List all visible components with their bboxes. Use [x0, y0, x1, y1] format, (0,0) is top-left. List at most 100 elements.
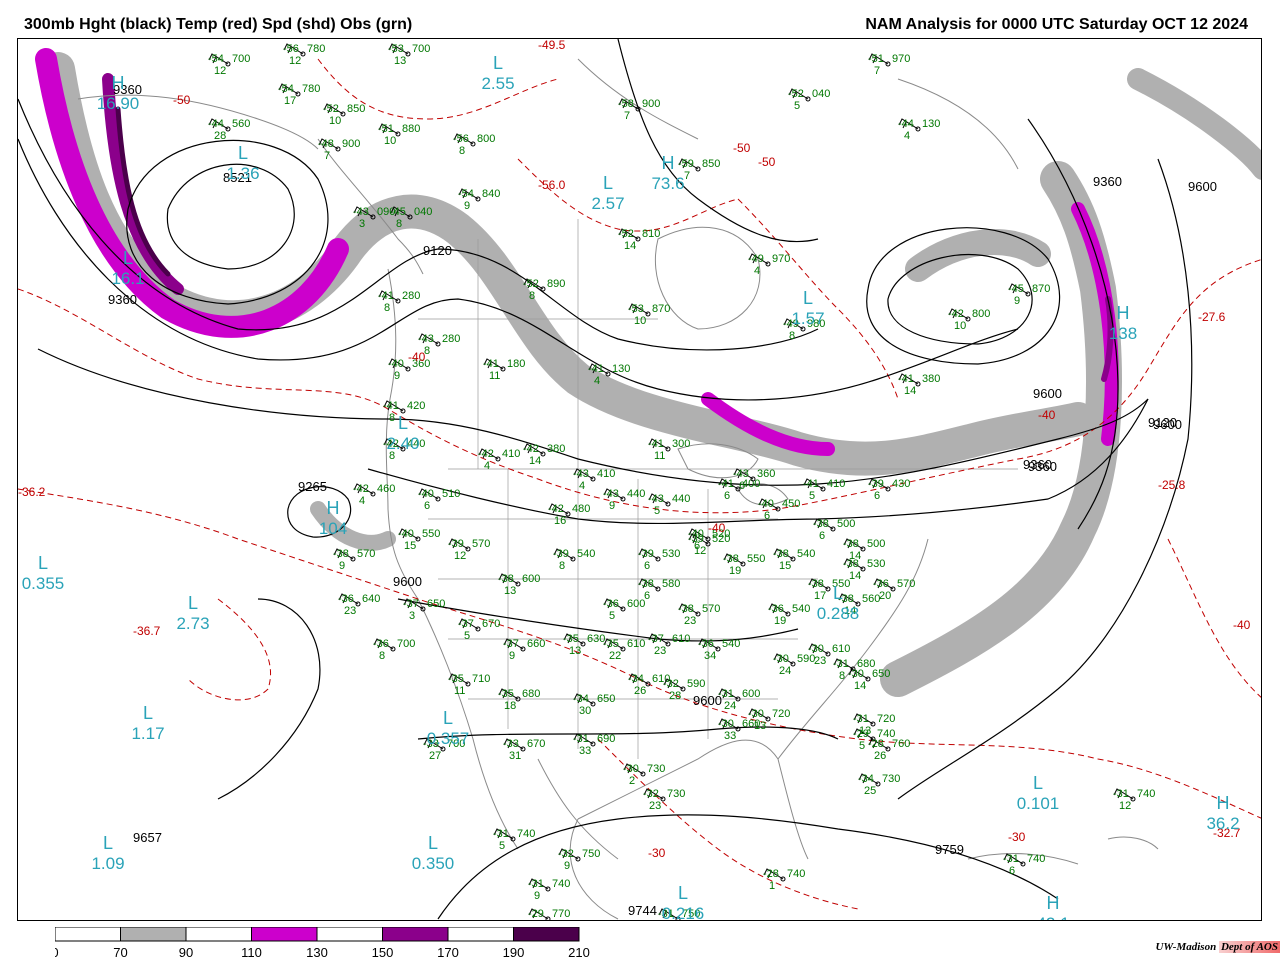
- temperature-label: -50: [173, 93, 191, 107]
- obs-dewpoint-depression: 19: [774, 615, 786, 627]
- obs-temp: -37: [403, 598, 419, 610]
- obs-temp: -43: [573, 468, 589, 480]
- obs-dewpoint-depression: 5: [609, 610, 615, 622]
- obs-temp: -34: [858, 773, 874, 785]
- obs-dewpoint-depression: 8: [459, 145, 465, 157]
- obs-height: 800: [477, 133, 495, 145]
- low-marker: L: [143, 703, 153, 723]
- station-obs: -53 700 13: [388, 43, 430, 67]
- low-center: L2.73: [176, 593, 209, 633]
- height-contour: [417, 726, 839, 740]
- obs-dewpoint-depression: 7: [874, 65, 880, 77]
- center-value: 1.57: [791, 309, 824, 328]
- credit-org: UW-Madison: [1155, 941, 1217, 953]
- obs-temp: -52: [523, 278, 539, 290]
- obs-dewpoint-depression: 4: [579, 480, 585, 492]
- coastline: [897, 78, 1019, 170]
- obs-height: 740: [517, 828, 535, 840]
- obs-height: 720: [772, 708, 790, 720]
- station-obs: -52 890 8: [523, 278, 565, 302]
- obs-temp: -54: [208, 53, 224, 65]
- low-center: L1.36: [226, 143, 259, 183]
- obs-temp: -36: [873, 578, 889, 590]
- obs-temp: -56: [453, 133, 469, 145]
- obs-dewpoint-depression: 12: [289, 55, 301, 67]
- center-value: 1.09: [91, 854, 124, 873]
- low-marker: L: [123, 248, 133, 268]
- obs-dewpoint-depression: 9: [509, 650, 515, 662]
- obs-height: 040: [414, 206, 432, 218]
- obs-height: 870: [652, 303, 670, 315]
- obs-height: 840: [482, 188, 500, 200]
- obs-height: 590: [687, 678, 705, 690]
- station-obs: -40 550 15: [398, 528, 440, 552]
- station-obs: -40 510 6: [418, 488, 460, 512]
- obs-height: 500: [867, 538, 885, 550]
- obs-height: 130: [612, 363, 630, 375]
- center-value: 2.55: [481, 74, 514, 93]
- obs-dewpoint-depression: 1: [769, 880, 775, 892]
- obs-temp: -52: [788, 88, 804, 100]
- obs-temp: -42: [353, 483, 369, 495]
- coastline: [577, 58, 699, 140]
- obs-height: 570: [472, 538, 490, 550]
- obs-temp: -31: [528, 878, 544, 890]
- obs-dewpoint-depression: 14: [624, 240, 636, 252]
- high-center: H36.2: [1206, 793, 1239, 833]
- obs-height: 710: [472, 673, 490, 685]
- obs-height: 720: [877, 713, 895, 725]
- temperature-label: -40: [708, 521, 726, 535]
- obs-temp: -35: [498, 688, 514, 700]
- obs-height: 480: [572, 503, 590, 515]
- obs-height: 610: [672, 633, 690, 645]
- obs-temp: -51: [378, 123, 394, 135]
- colorbar-tick-label: 150: [372, 945, 394, 960]
- obs-height: 900: [642, 98, 660, 110]
- obs-temp: -38: [498, 573, 514, 585]
- obs-temp: -42: [548, 503, 564, 515]
- obs-height: 730: [667, 788, 685, 800]
- obs-dewpoint-depression: 23: [649, 800, 661, 812]
- obs-height: 040: [812, 88, 830, 100]
- obs-height: 970: [892, 53, 910, 65]
- temperature-label: -40: [408, 350, 426, 364]
- obs-dewpoint-depression: 34: [704, 650, 716, 662]
- station-obs: -30 720 13: [748, 708, 790, 732]
- low-marker: L: [238, 143, 248, 163]
- obs-height: 550: [422, 528, 440, 540]
- low-center: L1.17: [131, 703, 164, 743]
- obs-dewpoint-depression: 4: [484, 460, 490, 472]
- obs-dewpoint-depression: 4: [594, 375, 600, 387]
- obs-height: 730: [882, 773, 900, 785]
- obs-temp: -38: [678, 603, 694, 615]
- obs-dewpoint-depression: 8: [789, 330, 795, 342]
- obs-dewpoint-depression: 6: [724, 490, 730, 502]
- obs-height: 640: [362, 593, 380, 605]
- obs-temp: -29: [853, 728, 869, 740]
- station-obs: -36 540 19: [768, 603, 810, 627]
- obs-temp: -52: [618, 228, 634, 240]
- center-value: 1.36: [226, 164, 259, 183]
- station-obs: -31 740 9: [528, 878, 570, 902]
- obs-height: 360: [757, 468, 775, 480]
- obs-height: 530: [867, 558, 885, 570]
- obs-height: 610: [832, 643, 850, 655]
- obs-dewpoint-depression: 11: [454, 685, 465, 697]
- obs-temp: -41: [803, 478, 819, 490]
- station-obs: -35 710 11: [448, 673, 490, 697]
- obs-dewpoint-depression: 6: [764, 510, 770, 522]
- station-obs: -48 900 7: [318, 138, 360, 162]
- colorbar-bin: [513, 927, 580, 942]
- obs-height: 660: [527, 638, 545, 650]
- obs-temp: -38: [773, 548, 789, 560]
- station-obs: -38 570 23: [678, 603, 720, 627]
- obs-height: 650: [597, 693, 615, 705]
- coastline: [577, 739, 809, 860]
- obs-dewpoint-depression: 13: [394, 55, 406, 67]
- obs-height: 440: [627, 488, 645, 500]
- station-obs: -31 690 33: [573, 733, 615, 757]
- obs-height: 410: [827, 478, 845, 490]
- obs-temp: -35: [448, 673, 464, 685]
- obs-temp: -37: [458, 618, 474, 630]
- obs-height: 530: [662, 548, 680, 560]
